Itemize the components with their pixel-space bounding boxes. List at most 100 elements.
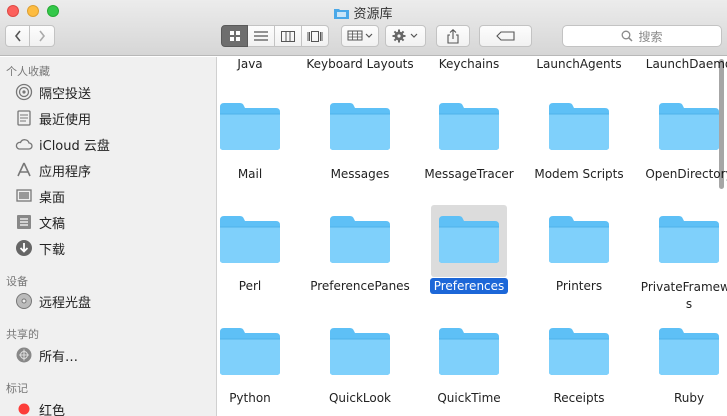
sidebar-item-applications[interactable]: 应用程序: [15, 160, 91, 180]
folder-name: PrivateFramewos: [640, 280, 727, 311]
folder-label[interactable]: Mail: [218, 167, 305, 181]
folder-label[interactable]: PreferencePanes: [305, 279, 415, 293]
recents-icon: [15, 109, 33, 127]
documents-icon: [15, 213, 33, 231]
sidebar-item-downloads[interactable]: 下载: [15, 238, 65, 258]
gear-icon: [392, 29, 417, 43]
folder-icon[interactable]: [658, 326, 720, 376]
folder-label[interactable]: Java: [218, 57, 305, 71]
sidebar-item-label: 文稿: [39, 216, 66, 232]
folder-icon[interactable]: [548, 214, 610, 264]
cloud-icon: [15, 135, 33, 153]
sidebar-item-documents[interactable]: 文稿: [15, 212, 65, 232]
folder-label[interactable]: Perl: [218, 279, 305, 293]
folder-name: Printers: [555, 279, 603, 293]
folder-icon[interactable]: [438, 214, 500, 264]
arrange-grid-icon: [347, 30, 373, 41]
folder-icon[interactable]: [438, 101, 500, 151]
sidebar-item-icloud[interactable]: iCloud 云盘: [15, 134, 110, 154]
folder-name: OpenDirectory: [645, 167, 727, 181]
desktop-icon: [15, 187, 33, 205]
back-button[interactable]: [5, 25, 30, 47]
folder-name: QuickTime: [437, 391, 501, 405]
sidebar-item-label: 应用程序: [39, 164, 92, 180]
column-view-icon: [281, 30, 295, 42]
sidebar-item-label: 远程光盘: [39, 295, 92, 311]
folder-label[interactable]: LaunchAgents: [524, 57, 634, 71]
sidebar-item-label: 红色: [39, 403, 66, 416]
folder-name: PreferencePanes: [310, 279, 410, 293]
sidebar-section-shared: 共享的: [6, 328, 39, 341]
folder-label[interactable]: Ruby: [634, 391, 727, 405]
sidebar-section-favorites: 个人收藏: [6, 65, 50, 78]
sidebar-item-all-shared[interactable]: 所有…: [15, 345, 78, 365]
folder-label[interactable]: MessageTracer: [414, 167, 524, 181]
folder-label[interactable]: PrivateFramewos: [634, 279, 727, 313]
action-button[interactable]: [385, 25, 426, 47]
window-toolbar: 资源库 搜索: [0, 0, 727, 56]
folder-icon[interactable]: [438, 326, 500, 376]
folder-icon[interactable]: [329, 326, 391, 376]
sidebar-item-label: 桌面: [39, 190, 66, 206]
downloads-icon: [15, 239, 33, 257]
sidebar: 个人收藏 隔空投送 最近使用 iCloud 云盘 应用程序 桌面 文稿 下载 设…: [0, 57, 217, 416]
folder-icon[interactable]: [329, 101, 391, 151]
folder-name: Mail: [237, 167, 263, 181]
cover-flow-icon: [307, 30, 323, 42]
sidebar-item-desktop[interactable]: 桌面: [15, 186, 65, 206]
applications-icon: [15, 161, 33, 179]
folder-label[interactable]: Keychains: [414, 57, 524, 71]
folder-icon[interactable]: [548, 101, 610, 151]
window-title-text: 资源库: [353, 7, 393, 22]
folder-name: Python: [229, 391, 271, 405]
folder-label[interactable]: Python: [218, 391, 305, 405]
folder-label[interactable]: Printers: [524, 279, 634, 293]
folder-name: Ruby: [673, 391, 705, 405]
sidebar-item-label: 最近使用: [39, 112, 92, 128]
folder-icon[interactable]: [548, 326, 610, 376]
folder-label[interactable]: Keyboard Layouts: [305, 57, 415, 71]
arrange-button[interactable]: [341, 25, 379, 47]
sidebar-item-remote-disc[interactable]: 远程光盘: [15, 291, 91, 311]
sidebar-item-label: iCloud 云盘: [39, 138, 110, 154]
list-view-icon: [254, 31, 268, 41]
list-view-button[interactable]: [248, 25, 275, 47]
red-tag-icon: [15, 400, 33, 416]
folder-name: Receipts: [553, 391, 605, 405]
folder-name: Modem Scripts: [534, 167, 624, 181]
folder-label[interactable]: QuickLook: [305, 391, 415, 405]
folder-icon[interactable]: [658, 101, 720, 151]
folder-icon[interactable]: [329, 214, 391, 264]
folder-icon[interactable]: [219, 214, 281, 264]
sidebar-item-airdrop[interactable]: 隔空投送: [15, 82, 91, 102]
folder-label[interactable]: Messages: [305, 167, 415, 181]
folder-label[interactable]: QuickTime: [414, 391, 524, 405]
folder-label[interactable]: Modem Scripts: [524, 167, 634, 181]
folder-icon[interactable]: [219, 326, 281, 376]
sidebar-item-red-tag[interactable]: 红色: [15, 399, 65, 416]
sidebar-item-recents[interactable]: 最近使用: [15, 108, 91, 128]
share-button[interactable]: [436, 25, 470, 47]
icon-view-button[interactable]: [221, 25, 248, 47]
search-placeholder: 搜索: [638, 29, 663, 44]
tag-button[interactable]: [479, 25, 532, 47]
folder-label[interactable]: Preferences: [414, 278, 524, 294]
folder-icon: [334, 8, 350, 19]
folder-label[interactable]: Receipts: [524, 391, 634, 405]
disc-icon: [15, 292, 33, 310]
cover-flow-button[interactable]: [302, 25, 329, 47]
airdrop-icon: [15, 83, 33, 101]
vertical-scrollbar[interactable]: [719, 59, 724, 189]
folder-label[interactable]: OpenDirectory: [634, 167, 727, 181]
tag-icon: [495, 31, 515, 41]
sidebar-section-devices: 设备: [6, 275, 28, 288]
window-title: 资源库: [0, 3, 727, 22]
folder-icon[interactable]: [658, 214, 720, 264]
folder-icon[interactable]: [219, 101, 281, 151]
folder-label[interactable]: LaunchDaemo: [634, 57, 727, 71]
forward-button[interactable]: [29, 25, 55, 47]
column-view-button[interactable]: [275, 25, 302, 47]
search-field[interactable]: 搜索: [562, 25, 722, 47]
share-icon: [447, 28, 459, 44]
sidebar-section-tags: 标记: [6, 382, 28, 395]
